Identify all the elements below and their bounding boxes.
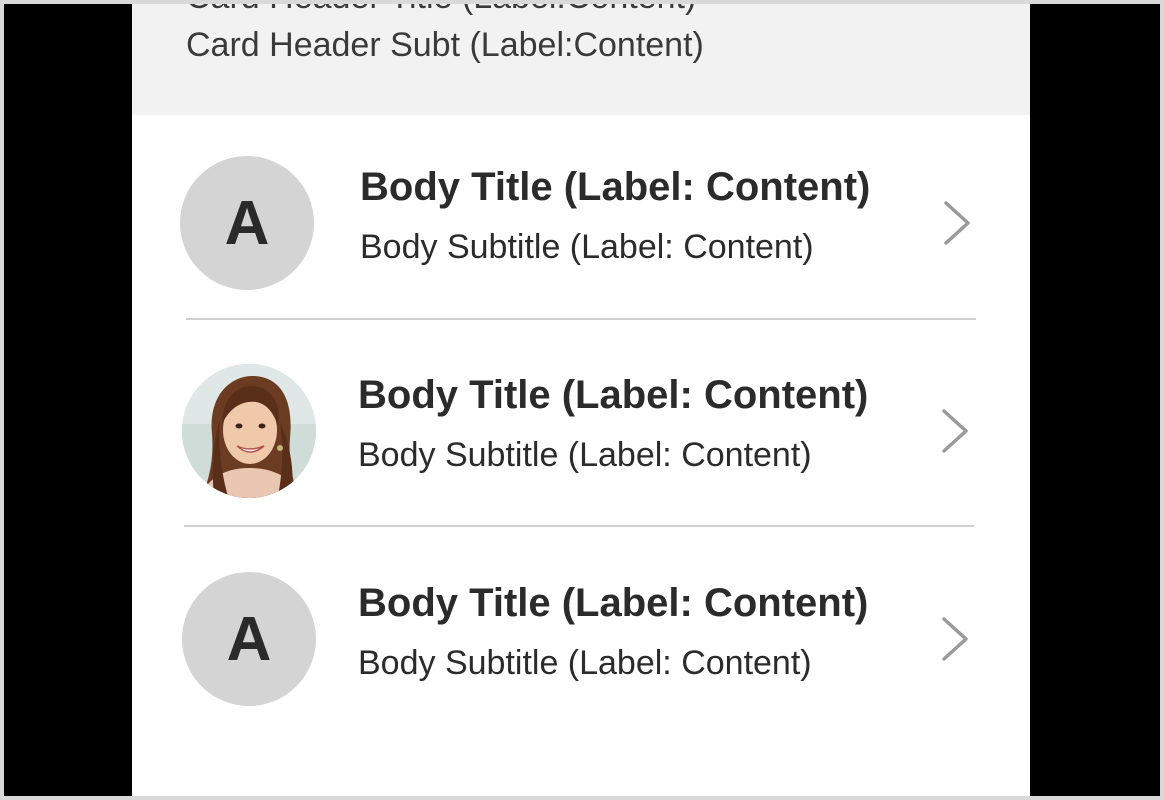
avatar: A xyxy=(180,156,314,290)
list-item[interactable]: A Body Title (Label: Content) Body Subti… xyxy=(132,115,1030,321)
row-title: Body Title (Label: Content) xyxy=(360,165,871,209)
avatar-initial: A xyxy=(224,188,270,258)
row-subtitle: Body Subtitle (Label: Content) xyxy=(358,436,812,474)
chevron-right-icon[interactable] xyxy=(940,616,970,662)
person-photo-icon xyxy=(182,364,316,498)
avatar-photo xyxy=(182,364,316,498)
row-title: Body Title (Label: Content) xyxy=(358,581,869,625)
chevron-right-icon[interactable] xyxy=(942,200,972,246)
list-item[interactable]: Body Title (Label: Content) Body Subtitl… xyxy=(132,323,1030,529)
row-subtitle: Body Subtitle (Label: Content) xyxy=(358,644,812,682)
card: Card Header Title (Label:Content) Card H… xyxy=(132,4,1030,796)
avatar-initial: A xyxy=(226,604,272,674)
chevron-right-icon[interactable] xyxy=(940,408,970,454)
card-header-subtitle: Card Header Subt (Label:Content) xyxy=(186,26,704,64)
row-divider xyxy=(186,318,976,320)
list-item[interactable]: A Body Title (Label: Content) Body Subti… xyxy=(132,531,1030,737)
row-divider xyxy=(184,525,974,527)
screen-frame: Card Header Title (Label:Content) Card H… xyxy=(4,4,1160,796)
row-subtitle: Body Subtitle (Label: Content) xyxy=(360,228,814,266)
row-title: Body Title (Label: Content) xyxy=(358,373,869,417)
card-header-title: Card Header Title (Label:Content) xyxy=(186,4,696,17)
avatar: A xyxy=(182,572,316,706)
card-header: Card Header Title (Label:Content) Card H… xyxy=(132,4,1030,115)
